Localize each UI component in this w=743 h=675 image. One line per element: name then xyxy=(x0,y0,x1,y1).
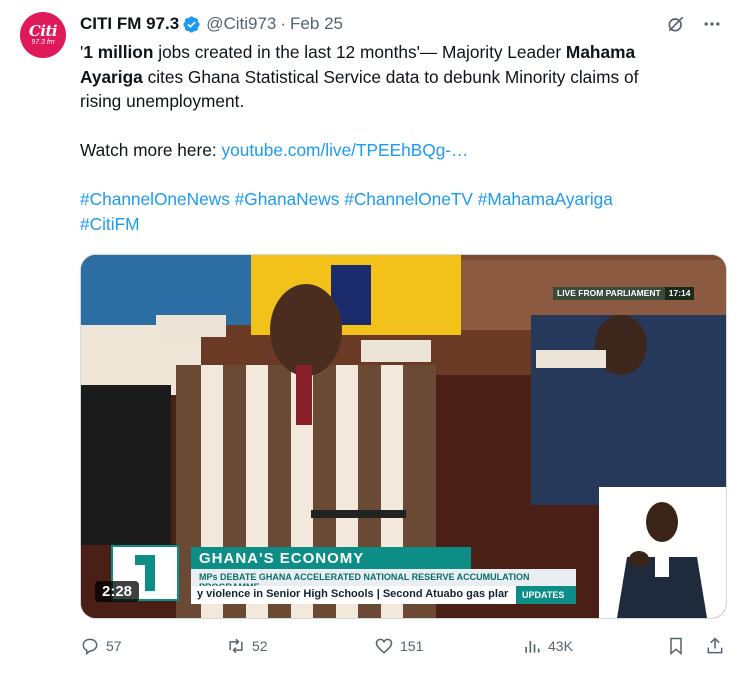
action-bar: 57 52 151 43K xyxy=(80,634,727,662)
reply-count: 57 xyxy=(106,638,122,654)
youtube-link[interactable]: youtube.com/live/TPEEhBQg-… xyxy=(222,140,469,160)
text-bold-ayariga: Ayariga xyxy=(80,66,143,87)
text-line2: cites Ghana Statistical Service data to … xyxy=(142,66,639,87)
tweet-text: '1 million jobs created in the last 12 m… xyxy=(80,40,720,236)
avatar-logo-text: Citi xyxy=(28,21,58,40)
tweet-header: CITI FM 97.3 @Citi973 · Feb 25 xyxy=(80,12,723,36)
heart-icon xyxy=(375,638,393,654)
like-count: 151 xyxy=(400,638,424,654)
hashtag-link[interactable]: #GhanaNews xyxy=(235,189,340,209)
repost-count: 52 xyxy=(252,638,268,654)
news-lower-third: GHANA'S ECONOMY MPs DEBATE GHANA ACCELER… xyxy=(116,547,576,604)
separator-dot: · xyxy=(280,14,287,33)
news-ticker: y violence in Senior High Schools | Seco… xyxy=(191,586,516,604)
reply-button[interactable]: 57 xyxy=(80,636,122,656)
live-label: LIVE FROM PARLIAMENT xyxy=(553,287,665,300)
watch-label: Watch more here: xyxy=(80,140,222,160)
sign-language-inset xyxy=(599,487,726,618)
hashtag-link[interactable]: #ChannelOneNews xyxy=(80,189,230,209)
repost-icon xyxy=(229,638,243,654)
text-bold-mahama: Mahama xyxy=(565,42,636,62)
headline-bar: GHANA'S ECONOMY xyxy=(191,547,471,569)
reply-icon xyxy=(82,638,98,655)
like-button[interactable]: 151 xyxy=(374,636,423,656)
view-count: 43K xyxy=(548,638,573,654)
author-handle[interactable]: @Citi973 xyxy=(206,14,276,34)
tweet-date[interactable]: Feb 25 xyxy=(290,14,343,34)
avatar-logo-subtext: 97.3 fm xyxy=(31,38,55,46)
hashtag-link[interactable]: #ChannelOneTV xyxy=(344,189,473,209)
text-line1: jobs created in the last 12 months'— Maj… xyxy=(153,42,566,62)
repost-button[interactable]: 52 xyxy=(226,636,268,656)
video-duration: 2:28 xyxy=(95,581,140,602)
share-icon xyxy=(707,637,723,654)
hashtag-link[interactable]: #CitiFM xyxy=(80,214,140,234)
share-button[interactable] xyxy=(705,636,725,656)
bookmark-button[interactable] xyxy=(666,636,686,656)
hashtag-link[interactable]: #MahamaAyariga xyxy=(478,189,613,209)
analytics-icon xyxy=(525,641,540,653)
subheadline-bar: MPs DEBATE GHANA ACCELERATED NATIONAL RE… xyxy=(191,569,576,592)
live-time: 17:14 xyxy=(664,287,695,300)
text-bold-million: 1 million xyxy=(83,42,154,62)
views-button[interactable]: 43K xyxy=(522,636,573,656)
avatar[interactable]: Citi 97.3 fm xyxy=(20,12,66,58)
author-name[interactable]: CITI FM 97.3 xyxy=(80,14,179,34)
text-line3: rising unemployment. xyxy=(80,91,245,111)
video-player[interactable]: LIVE FROM PARLIAMENT 17:14 GHANA'S ECONO… xyxy=(80,254,727,619)
ticker-badge: UPDATES xyxy=(516,586,576,604)
more-options-icon[interactable] xyxy=(701,13,723,35)
bookmark-icon xyxy=(670,637,682,656)
grok-icon[interactable] xyxy=(665,13,687,35)
live-tag: LIVE FROM PARLIAMENT 17:14 xyxy=(553,287,695,300)
verified-badge-icon xyxy=(183,15,200,33)
